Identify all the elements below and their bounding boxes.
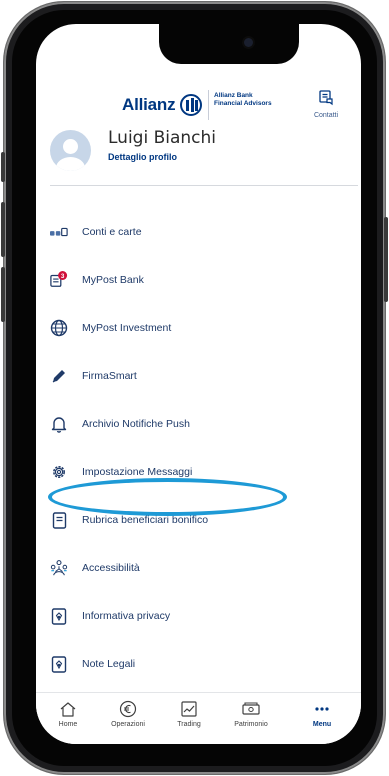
tab-label: Operazioni <box>111 721 145 728</box>
menu-label: MyPost Bank <box>82 274 144 286</box>
bank-subtitle-line1: Allianz Bank <box>214 92 253 99</box>
highlight-ellipse <box>48 478 287 516</box>
gear-icon <box>50 463 68 481</box>
power-button <box>384 217 388 302</box>
menu-item-mypost-investment[interactable]: MyPost Investment <box>36 304 361 352</box>
menu-label: MyPost Investment <box>82 322 172 334</box>
tab-label: Home <box>58 721 78 728</box>
tab-home[interactable]: Home <box>38 699 98 728</box>
profile-divider <box>50 185 358 186</box>
bottom-tab-bar: Home Operazioni Trading Patrimonio Menu <box>36 692 361 744</box>
allianz-logo: Allianz <box>122 94 203 116</box>
mailbox-icon: 3 <box>50 271 68 289</box>
menu-label: Accessibilità <box>82 562 140 574</box>
menu-item-archivio-notifiche[interactable]: Archivio Notifiche Push <box>36 400 361 448</box>
pen-icon <box>50 367 68 385</box>
tab-trading[interactable]: Trading <box>159 699 219 728</box>
more-icon <box>292 699 352 719</box>
profile-detail-link[interactable]: Dettaglio profilo <box>108 152 177 162</box>
contacts-icon <box>319 90 333 106</box>
legal-doc-icon <box>50 655 68 673</box>
bell-icon <box>50 415 68 433</box>
menu-item-accessibilita[interactable]: Accessibilità <box>36 544 361 592</box>
contacts-button[interactable]: Contatti <box>306 90 346 119</box>
menu-item-note-legali[interactable]: Note Legali <box>36 640 361 688</box>
home-icon <box>38 699 98 719</box>
logo-divider <box>208 90 209 120</box>
bank-subtitle-line2: Financial Advisors <box>214 100 272 107</box>
contacts-label: Contatti <box>313 112 339 119</box>
menu-item-mypost-bank[interactable]: 3 MyPost Bank <box>36 256 361 304</box>
chart-icon <box>159 699 219 719</box>
menu-item-informativa-privacy[interactable]: Informativa privacy <box>36 592 361 640</box>
tab-label: Menu <box>312 721 332 728</box>
volume-up-button <box>1 202 5 257</box>
tab-label: Patrimonio <box>234 721 268 728</box>
accessibility-icon <box>50 559 68 577</box>
menu-label: Note Legali <box>82 658 136 670</box>
menu-label: FirmaSmart <box>82 370 137 382</box>
menu-item-conti-carte[interactable]: Conti e carte <box>36 208 361 256</box>
euro-icon <box>98 699 158 719</box>
mute-switch <box>1 152 5 182</box>
menu-label: Conti e carte <box>82 226 142 238</box>
menu-item-firmasmart[interactable]: FirmaSmart <box>36 352 361 400</box>
tab-patrimonio[interactable]: Patrimonio <box>221 699 281 728</box>
cards-icon <box>50 223 68 241</box>
tab-label: Trading <box>177 721 201 728</box>
avatar[interactable] <box>50 130 91 171</box>
globe-icon <box>50 319 68 337</box>
menu-label: Informativa privacy <box>82 610 171 622</box>
bank-subtitle: Allianz Bank Financial Advisors <box>214 92 272 108</box>
app-screen: Allianz Allianz Bank Financial Advisors … <box>36 24 361 744</box>
menu-label: Rubrica beneficiari bonifico <box>82 514 209 526</box>
privacy-doc-icon <box>50 607 68 625</box>
profile-name: Luigi Bianchi <box>108 128 217 148</box>
menu-label: Archivio Notifiche Push <box>82 418 190 430</box>
front-camera <box>244 38 253 47</box>
phone-notch <box>159 24 299 64</box>
mypost-bank-badge: 3 <box>61 273 65 280</box>
address-book-icon <box>50 511 68 529</box>
phone-frame: Allianz Allianz Bank Financial Advisors … <box>1 2 388 774</box>
volume-down-button <box>1 267 5 322</box>
tab-operazioni[interactable]: Operazioni <box>98 699 158 728</box>
menu-label: Impostazione Messaggi <box>82 466 193 478</box>
tab-menu[interactable]: Menu <box>292 699 352 728</box>
wallet-icon <box>221 699 281 719</box>
brand-name: Allianz <box>122 95 176 114</box>
allianz-eagle-icon <box>180 94 203 116</box>
